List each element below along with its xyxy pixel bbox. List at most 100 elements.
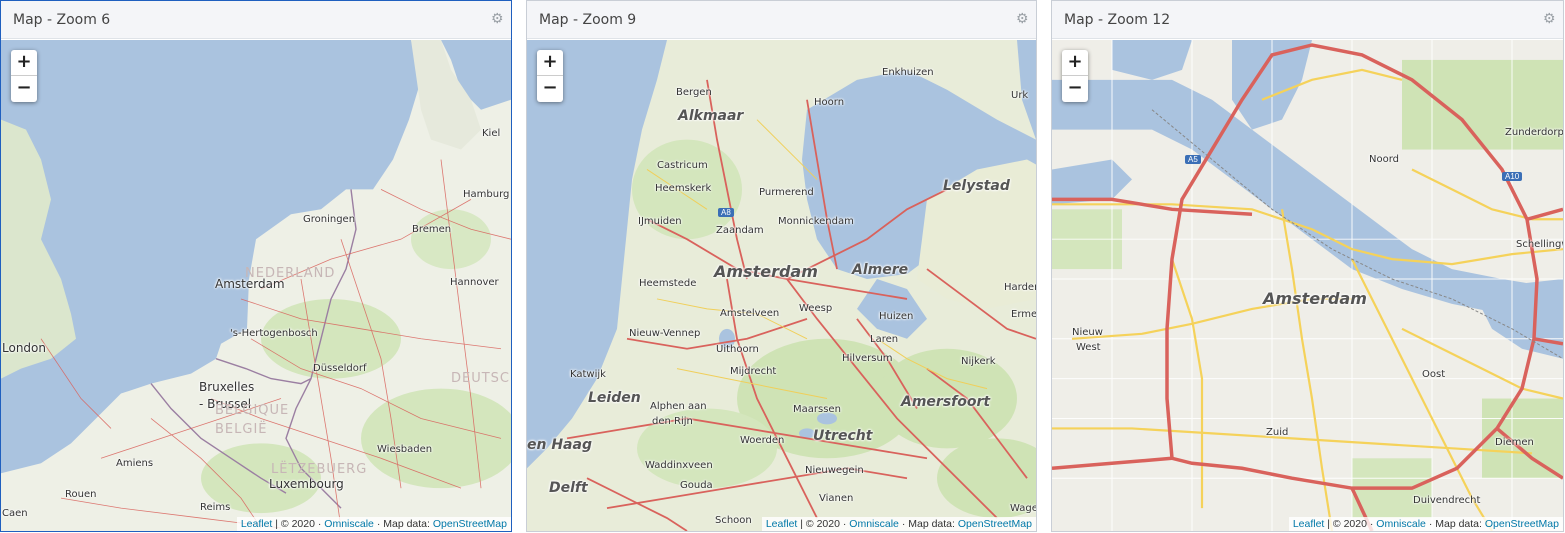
place-label: Hamburg [463,189,510,200]
place-label: Zaandam [716,225,764,236]
country-label: BELGIË [215,422,268,437]
place-label: Schoon [715,515,752,526]
panel-header: Map - Zoom 12 ⚙ [1052,1,1563,39]
place-label: Hannover [450,277,499,288]
map-canvas[interactable]: + − Kiel Hamburg Groningen Bremen NEDERL… [1,40,511,531]
place-label: Bergen [676,87,712,98]
place-label: Alphen aan [650,401,707,412]
road-shield: A8 [718,208,734,217]
leaflet-link[interactable]: Leaflet [766,518,798,530]
place-label: Leiden [588,390,641,406]
map-panel-zoom-9: Map - Zoom 9 ⚙ + − Enkhuizen Bergen Hoor… [526,0,1037,532]
place-label: Delft [549,480,588,496]
attribution-mapdata: · Map data: [376,518,430,530]
place-label: Caen [2,508,28,519]
openstreetmap-link[interactable]: OpenStreetMap [958,518,1032,530]
place-label: Uithoorn [716,344,759,355]
map-attribution: Leaflet | © 2020 · Omniscale · Map data:… [1288,517,1563,531]
place-label: Duivendrecht [1413,495,1481,506]
place-label: Harder [1004,282,1036,293]
place-label: Urk [1011,90,1029,101]
place-label: Schellingwoude [1516,239,1563,250]
place-label: Oost [1422,369,1446,380]
place-label: Hilversum [842,353,893,364]
openstreetmap-link[interactable]: OpenStreetMap [433,518,507,530]
panel-header: Map - Zoom 9 ⚙ [527,1,1036,39]
place-label: IJmuiden [638,216,682,227]
place-label: Mijdrecht [730,366,777,377]
road-shield: A5 [1185,155,1201,164]
map-panel-zoom-6: Map - Zoom 6 ⚙ + − Kiel Hamburg Groninge… [0,0,512,532]
openstreetmap-link[interactable]: OpenStreetMap [1485,518,1559,530]
zoom-out-button[interactable]: − [1062,76,1088,102]
place-label: Amstelveen [720,308,780,319]
place-label: Castricum [657,160,708,171]
gear-icon[interactable]: ⚙ [491,11,505,25]
omniscale-link[interactable]: Omniscale [849,518,899,530]
map-tiles [1052,40,1563,531]
map-attribution: Leaflet | © 2020 · Omniscale · Map data:… [761,517,1036,531]
place-label: Zunderdorp [1505,127,1563,138]
omniscale-link[interactable]: Omniscale [324,518,374,530]
map-attribution: Leaflet | © 2020 · Omniscale · Map data:… [236,517,511,531]
place-label: Purmerend [759,187,814,198]
place-label: Amersfoort [901,394,991,410]
gear-icon[interactable]: ⚙ [1543,11,1557,25]
attribution-copyright: | © 2020 [800,518,840,530]
place-label: Enkhuizen [882,67,934,78]
place-label: 's-Hertogenbosch [230,328,318,339]
place-label: Lelystad [943,178,1010,194]
place-label: Nijkerk [961,356,996,367]
place-label: Erme [1011,309,1036,320]
gear-icon[interactable]: ⚙ [1016,11,1030,25]
road-shield: A10 [1502,172,1523,181]
place-label: Monnickendam [778,216,854,227]
map-canvas[interactable]: + − Enkhuizen Bergen Hoorn Urk Alkmaar C… [527,40,1036,531]
zoom-control: + − [11,50,37,102]
zoom-in-button[interactable]: + [11,50,37,76]
place-label: Luxembourg [269,477,344,491]
zoom-control: + − [1062,50,1088,102]
place-label: Woerden [740,435,785,446]
place-label: Heemskerk [655,183,712,194]
map-canvas[interactable]: + − Zunderdorp Noord A5 A10 Schellingwou… [1052,40,1563,531]
place-label: Düsseldorf [313,363,367,374]
place-label: Maarssen [793,404,841,415]
place-label: Huizen [879,311,914,322]
place-label: Noord [1369,154,1399,165]
zoom-control: + − [537,50,563,102]
place-label: Hoorn [814,97,845,108]
zoom-in-button[interactable]: + [537,50,563,76]
country-label: LËTZEBUERG [271,462,368,477]
attribution-copyright: | © 2020 [275,518,315,530]
place-label: Gouda [680,480,713,491]
place-label: Groningen [303,214,356,225]
place-label: Amsterdam [714,262,818,281]
attribution-copyright: | © 2020 [1327,518,1367,530]
country-label: BELGIQUE [215,403,290,418]
attribution-mapdata: · Map data: [901,518,955,530]
place-label: Zuid [1266,427,1289,438]
leaflet-link[interactable]: Leaflet [1293,518,1325,530]
attribution-mapdata: · Map data: [1428,518,1482,530]
place-label: Weesp [799,303,833,314]
place-label: Kiel [482,128,501,139]
panel-title: Map - Zoom 9 [539,12,637,28]
place-label: Alkmaar [678,108,744,124]
panel-title: Map - Zoom 6 [13,12,111,28]
place-label: den Rijn [652,416,693,427]
country-label: DEUTSCH [451,371,511,386]
map-panel-zoom-12: Map - Zoom 12 ⚙ + − Zunderdorp Noord A5 … [1051,0,1564,532]
place-label: Nieuw-Vennep [629,328,701,339]
zoom-out-button[interactable]: − [11,76,37,102]
omniscale-link[interactable]: Omniscale [1376,518,1426,530]
leaflet-link[interactable]: Leaflet [241,518,273,530]
place-label: Amsterdam [215,277,285,291]
zoom-out-button[interactable]: − [537,76,563,102]
zoom-in-button[interactable]: + [1062,50,1088,76]
panel-title: Map - Zoom 12 [1064,12,1171,28]
place-label: Laren [870,334,899,345]
place-label: Diemen [1495,437,1534,448]
place-label: Utrecht [813,428,873,444]
place-label: Wiesbaden [377,444,433,455]
